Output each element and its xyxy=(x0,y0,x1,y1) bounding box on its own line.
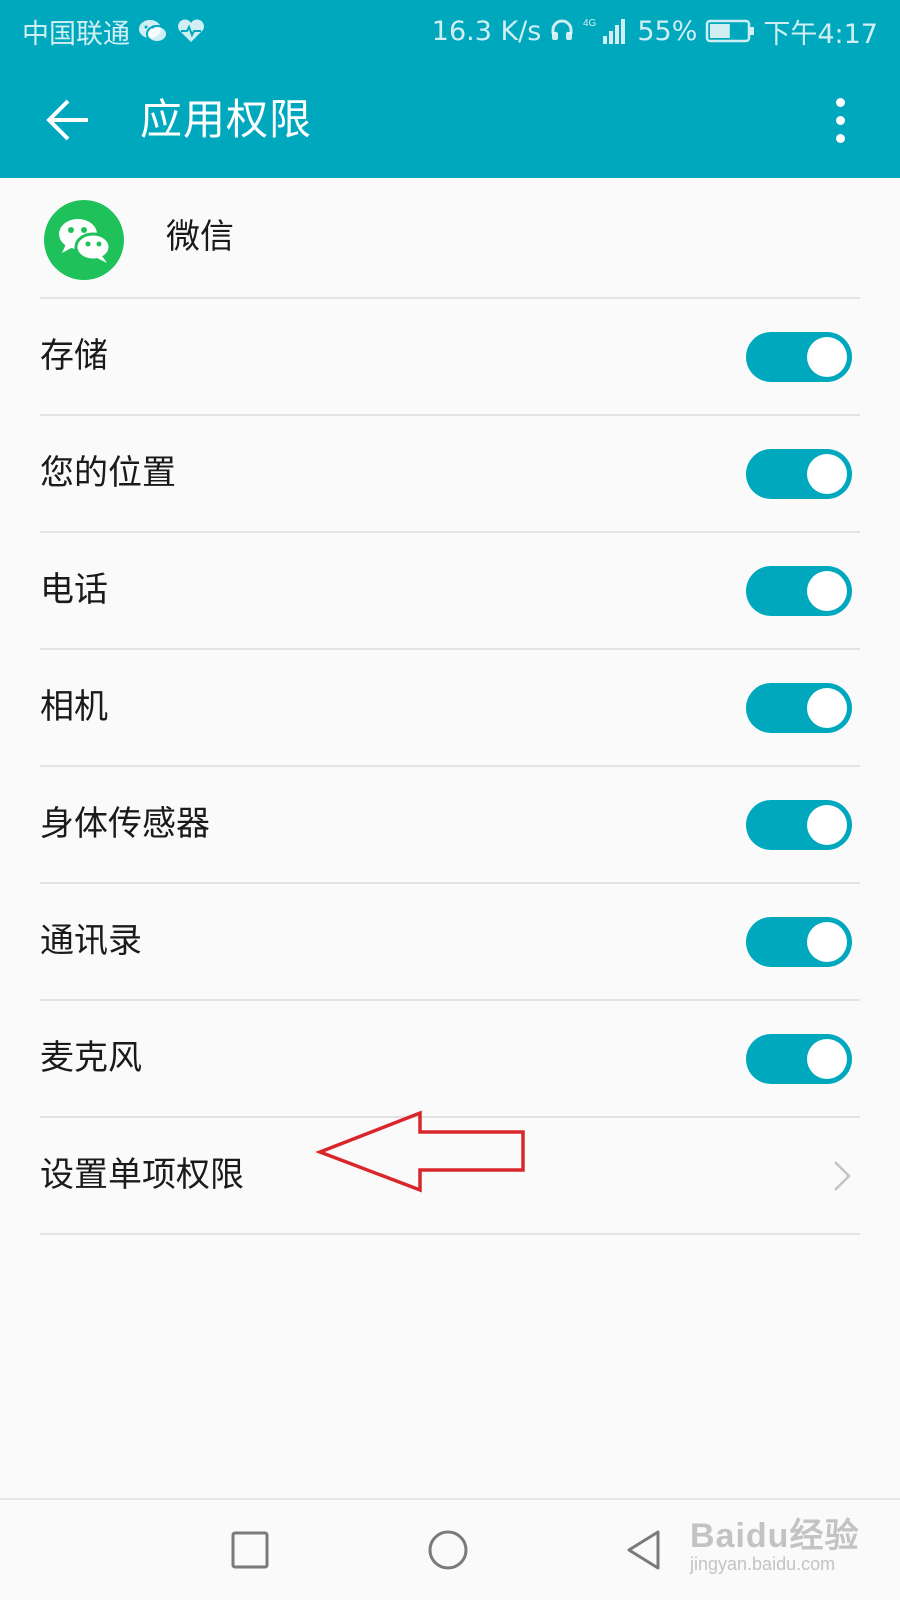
permission-row-location[interactable]: 您的位置 xyxy=(40,416,860,533)
app-bar: 应用权限 xyxy=(0,62,900,178)
status-bar: 中国联通 16.3 K/s 4G 55% 下午4:17 xyxy=(0,0,900,62)
headset-icon xyxy=(549,18,575,44)
recent-apps-icon xyxy=(231,1531,269,1569)
wechat-icon xyxy=(138,18,168,44)
more-vert-icon xyxy=(835,97,845,107)
toggle-knob xyxy=(807,571,847,611)
microphone-toggle[interactable] xyxy=(746,1034,852,1084)
nav-back-button[interactable] xyxy=(618,1522,674,1578)
toggle-knob xyxy=(807,337,847,377)
single-permission-label: 设置单项权限 xyxy=(40,1155,244,1195)
permission-row-camera[interactable]: 相机 xyxy=(40,650,860,767)
permission-row-contacts[interactable]: 通讯录 xyxy=(40,884,860,1001)
toggle-knob xyxy=(807,1039,847,1079)
phone-toggle[interactable] xyxy=(746,566,852,616)
arrow-left-outline-icon xyxy=(316,1110,525,1193)
permission-label: 麦克风 xyxy=(40,1038,142,1078)
permission-label: 通讯录 xyxy=(40,921,142,961)
permission-row-phone[interactable]: 电话 xyxy=(40,533,860,650)
back-button[interactable] xyxy=(34,86,102,154)
toggle-knob xyxy=(807,688,847,728)
chevron-right-icon xyxy=(834,1161,851,1191)
contacts-toggle[interactable] xyxy=(746,917,852,967)
battery-percent: 55% xyxy=(637,15,698,47)
more-options-button[interactable] xyxy=(820,90,860,150)
permission-label: 您的位置 xyxy=(40,453,176,493)
toggle-knob xyxy=(807,454,847,494)
permission-row-storage[interactable]: 存储 xyxy=(40,299,860,416)
permission-label: 身体传感器 xyxy=(40,804,210,844)
permission-row-body-sensors[interactable]: 身体传感器 xyxy=(40,767,860,884)
permission-label: 相机 xyxy=(40,687,108,727)
app-name: 微信 xyxy=(166,217,234,257)
page-title: 应用权限 xyxy=(140,95,313,144)
health-icon xyxy=(176,18,206,44)
permission-label: 电话 xyxy=(40,570,108,610)
navigation-bar xyxy=(0,1498,900,1600)
camera-toggle[interactable] xyxy=(746,683,852,733)
storage-toggle[interactable] xyxy=(746,332,852,382)
network-speed: 16.3 K/s xyxy=(431,15,542,47)
wechat-app-icon xyxy=(44,200,124,280)
back-triangle-icon xyxy=(627,1530,660,1570)
permission-label: 存储 xyxy=(40,336,108,376)
permission-list: 存储 您的位置 电话 相机 身体传感器 通讯录 麦克风 设置单项权限 xyxy=(40,299,860,1235)
status-left: 中国联通 xyxy=(22,0,206,62)
body-sensors-toggle[interactable] xyxy=(746,800,852,850)
status-right: 16.3 K/s 4G 55% 下午4:17 xyxy=(432,0,878,62)
home-icon xyxy=(428,1530,468,1570)
toggle-knob xyxy=(807,922,847,962)
status-time: 下午4:17 xyxy=(763,18,878,50)
location-toggle[interactable] xyxy=(746,449,852,499)
toggle-knob xyxy=(807,805,847,845)
network-type: 4G xyxy=(583,18,597,29)
signal-icon: 4G xyxy=(583,16,629,46)
battery-icon xyxy=(705,18,755,44)
arrow-left-icon xyxy=(46,99,88,141)
home-button[interactable] xyxy=(420,1522,476,1578)
carrier-name: 中国联通 xyxy=(22,18,130,50)
app-header: 微信 xyxy=(40,178,860,299)
permission-row-microphone[interactable]: 麦克风 xyxy=(40,1001,860,1118)
recent-apps-button[interactable] xyxy=(222,1522,278,1578)
